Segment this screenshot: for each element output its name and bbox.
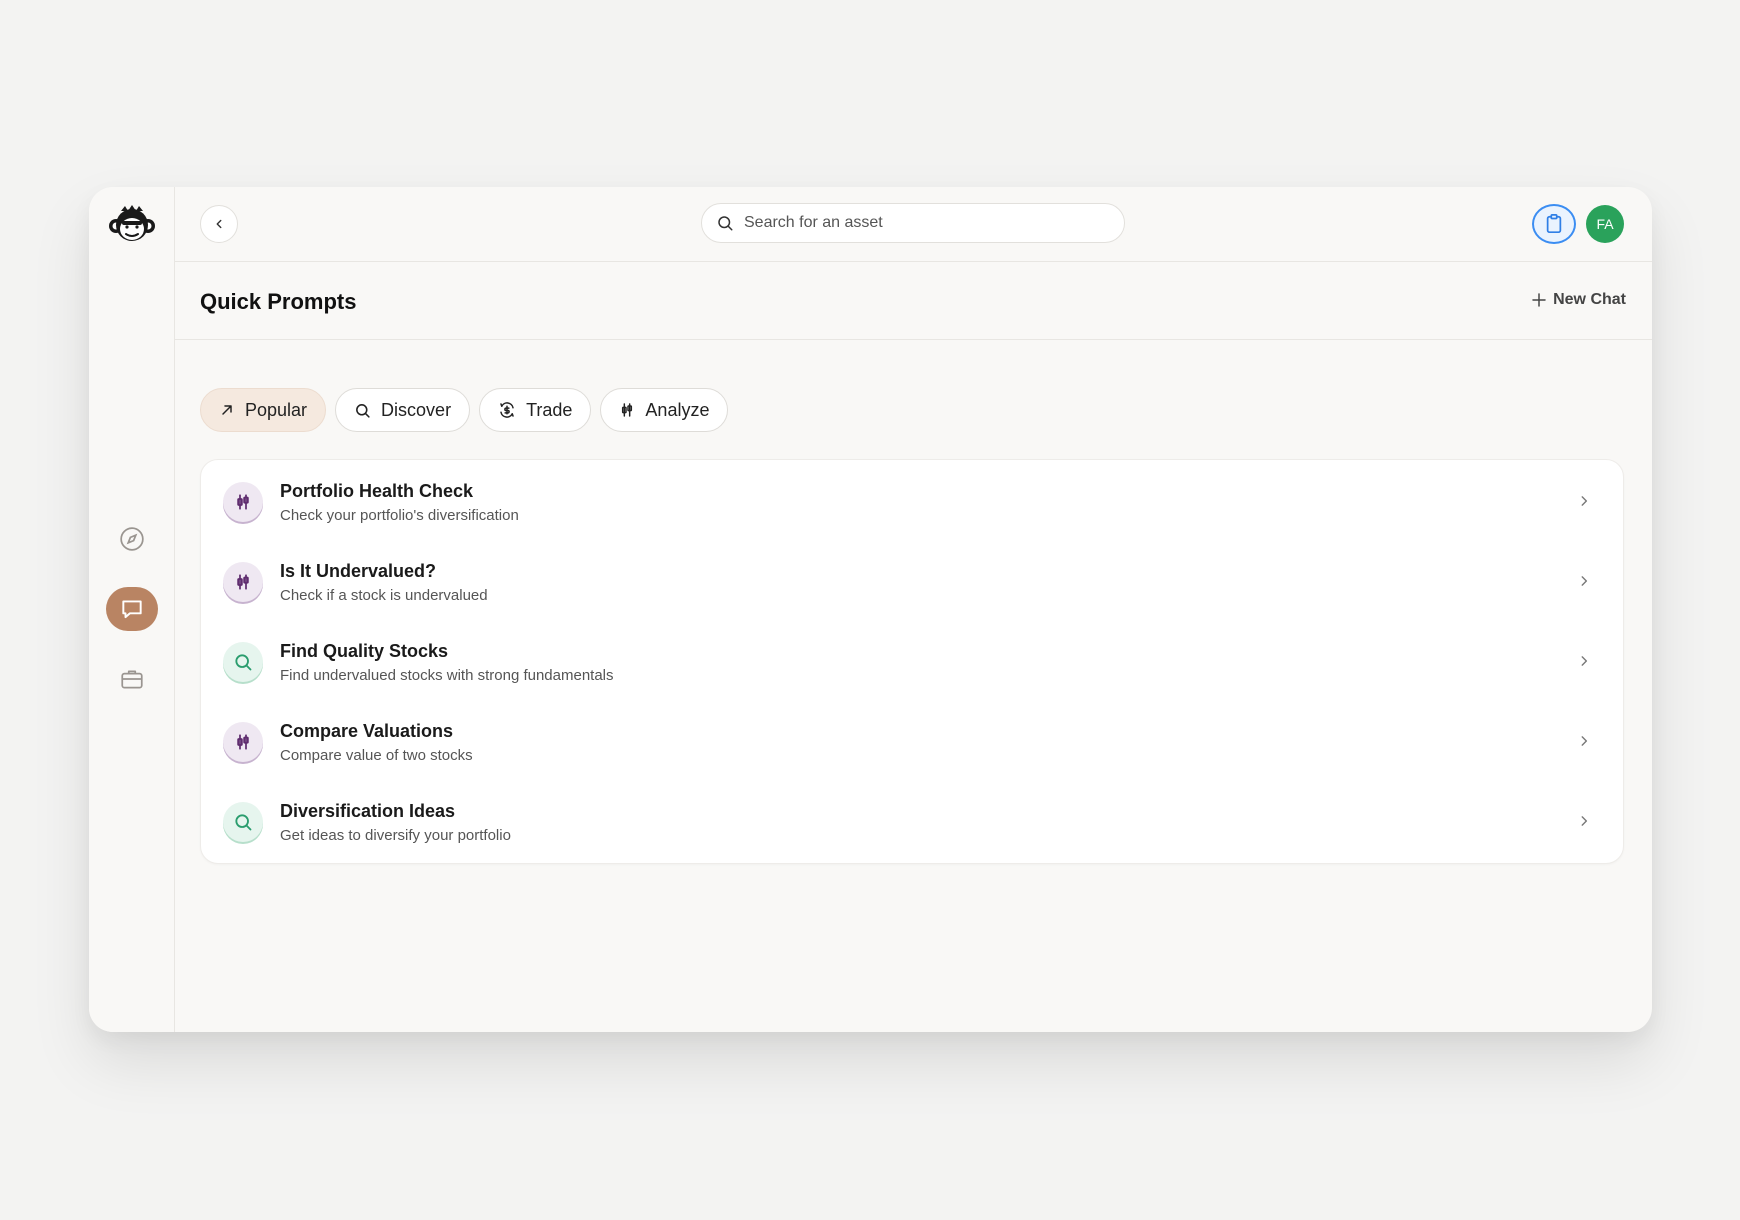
prompt-item-compare-valuations[interactable]: Compare Valuations Compare value of two … [201,702,1623,782]
page-title: Quick Prompts [200,289,357,314]
prompt-title: Diversification Ideas [280,800,456,821]
candlestick-icon [223,562,263,602]
tab-discover[interactable]: Discover [335,388,471,432]
candlestick-icon [223,722,263,762]
tab-popular[interactable]: Popular [200,388,327,432]
prompt-description: Get ideas to diversify your portfolio [280,826,511,844]
prompt-title: Is It Undervalued? [280,560,437,581]
prompt-title: Find Quality Stocks [280,640,449,661]
prompt-description: Compare value of two stocks [280,746,473,764]
user-avatar[interactable]: FA [1586,205,1624,243]
app-window: FA Quick Prompts New Chat Popular Discov… [89,187,1652,1032]
new-chat-button[interactable]: New Chat [1531,291,1626,309]
search-icon [356,403,370,418]
prompt-item-portfolio-health-check[interactable]: Portfolio Health Check Check your portfo… [201,462,1623,542]
search-icon [223,802,263,842]
tab-analyze[interactable]: Analyze [600,388,729,432]
search-icon [223,642,263,682]
search-bar[interactable] [701,203,1125,243]
plus-icon [1532,293,1546,307]
prompt-list: Portfolio Health Check Check your portfo… [200,459,1624,864]
chevron-left-icon [216,219,222,229]
chat-icon[interactable] [106,587,158,631]
tab-trade[interactable]: Trade [479,388,592,432]
new-chat-label: New Chat [1553,291,1626,308]
chevron-right-icon [1581,736,1588,746]
tab-label: Trade [526,399,573,420]
tab-label: Popular [245,399,308,420]
clipboard-icon [1546,214,1562,234]
prompt-item-find-quality-stocks[interactable]: Find Quality Stocks Find undervalued sto… [201,622,1623,702]
chevron-right-icon [1581,656,1588,666]
compass-icon[interactable] [106,517,158,561]
back-button[interactable] [200,205,238,243]
prompt-item-diversification-ideas[interactable]: Diversification Ideas Get ideas to diver… [201,782,1623,862]
prompt-category-tabs: Popular Discover Trade Analyze [200,388,729,432]
prompt-title: Portfolio Health Check [280,480,474,501]
candlestick-icon [622,403,633,417]
title-bar: Quick Prompts New Chat [175,262,1652,340]
search-input[interactable] [744,214,1104,232]
tab-label: Analyze [645,399,710,420]
search-icon [718,216,733,231]
briefcase-icon[interactable] [106,657,158,701]
chevron-right-icon [1581,816,1588,826]
prompt-description: Find undervalued stocks with strong fund… [280,666,614,684]
monkey-logo-icon[interactable] [107,205,157,245]
trending-arrow-icon [222,405,232,415]
exchange-icon [500,402,514,418]
clipboard-button[interactable] [1532,204,1576,244]
tab-label: Discover [381,399,452,420]
prompt-description: Check if a stock is undervalued [280,586,488,604]
prompt-description: Check your portfolio's diversification [280,506,519,524]
prompt-item-is-it-undervalued[interactable]: Is It Undervalued? Check if a stock is u… [201,542,1623,622]
candlestick-icon [223,482,263,522]
chevron-right-icon [1581,496,1588,506]
sidebar [89,187,175,1032]
top-header: FA [175,187,1652,262]
chevron-right-icon [1581,576,1588,586]
prompt-title: Compare Valuations [280,720,454,741]
